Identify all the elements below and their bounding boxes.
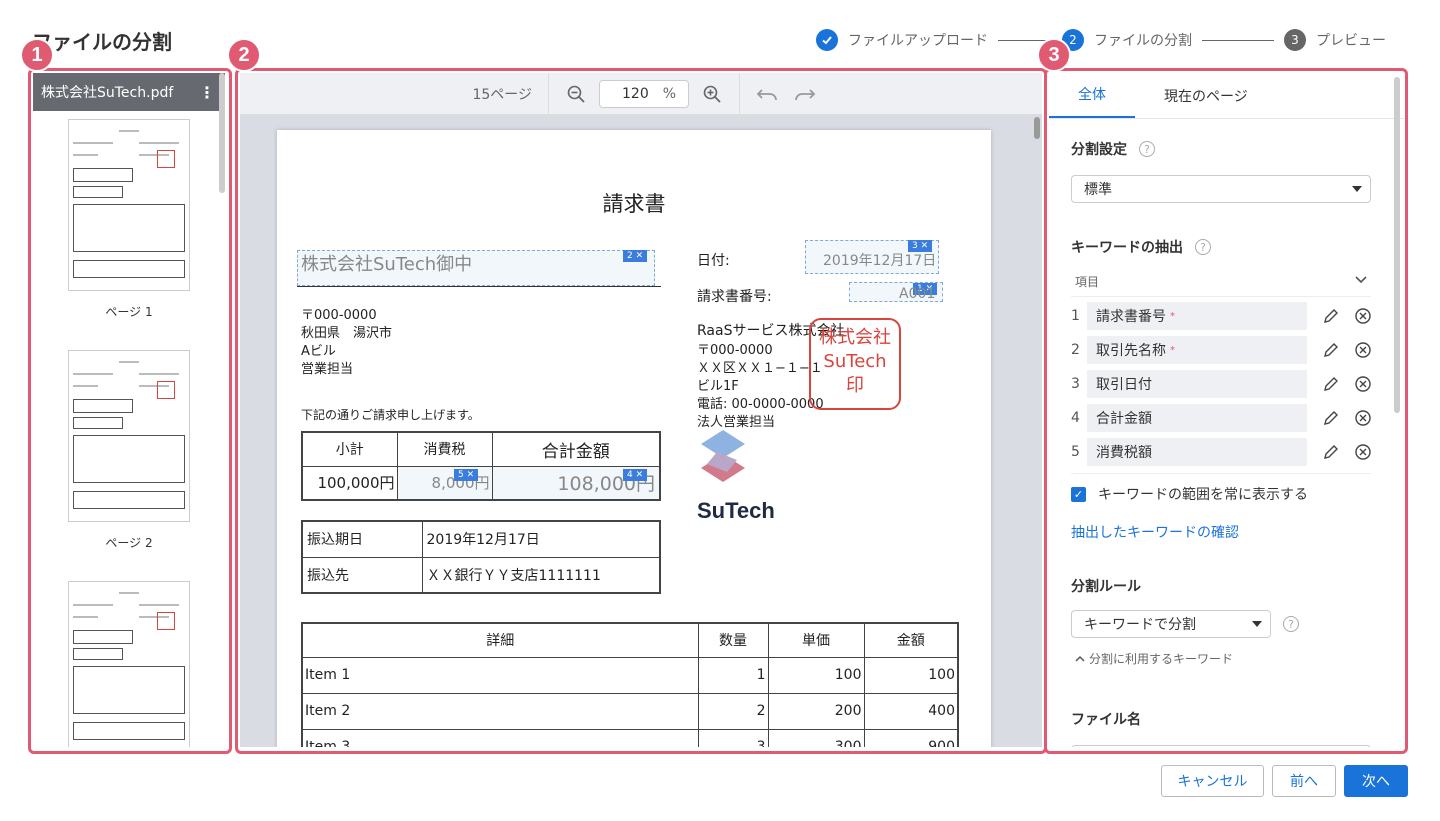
highlight-frame-1 bbox=[28, 68, 232, 754]
cancel-button[interactable]: キャンセル bbox=[1161, 765, 1264, 797]
step-label: プレビュー bbox=[1316, 33, 1386, 49]
next-button[interactable]: 次へ bbox=[1344, 765, 1408, 797]
step-badge-2: 2 bbox=[227, 38, 261, 72]
step-label: ファイルアップロード bbox=[848, 33, 988, 49]
check-icon bbox=[816, 29, 838, 51]
prev-button[interactable]: 前へ bbox=[1272, 765, 1336, 797]
step-label: ファイルの分割 bbox=[1094, 33, 1192, 49]
step-badge-1: 1 bbox=[20, 38, 54, 72]
step-preview: 3 プレビュー bbox=[1284, 29, 1386, 51]
step-connector bbox=[1202, 39, 1274, 41]
step-number: 3 bbox=[1284, 29, 1306, 51]
highlight-frame-2 bbox=[235, 68, 1047, 754]
step-upload: ファイルアップロード bbox=[816, 29, 988, 51]
stepper: ファイルアップロード 2 ファイルの分割 3 プレビュー bbox=[816, 28, 1386, 52]
step-split: 2 ファイルの分割 bbox=[1062, 29, 1192, 51]
step-badge-3: 3 bbox=[1037, 38, 1071, 72]
highlight-frame-3 bbox=[1044, 68, 1408, 754]
